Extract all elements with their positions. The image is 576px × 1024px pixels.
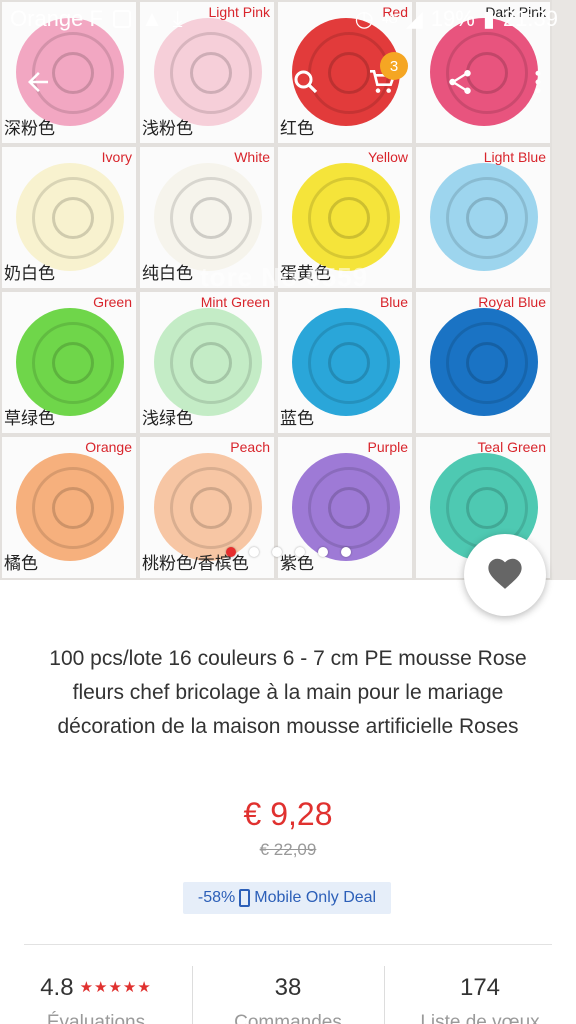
- alarm-icon: ◷: [354, 6, 374, 31]
- color-name-cn: 草绿色: [4, 409, 55, 428]
- swatch-cell-11: Royal Blue: [414, 290, 552, 435]
- rating-value: 4.8: [40, 974, 74, 1001]
- swatch-cell-7: Light Blue: [414, 145, 552, 290]
- color-name-cn: 深粉色: [4, 119, 55, 138]
- orders-value: 38: [274, 974, 302, 1001]
- color-name-cn: 浅粉色: [142, 119, 193, 138]
- swatch-cell-4: Ivory 奶白色: [0, 145, 138, 290]
- pagination-dot[interactable]: [318, 547, 328, 557]
- color-name-cn: 蓝色: [280, 409, 314, 428]
- color-name: Purple: [367, 439, 408, 455]
- rose-image: [292, 163, 400, 271]
- share-icon[interactable]: [438, 60, 482, 104]
- swatch-cell-12: Orange 橘色: [0, 435, 138, 580]
- battery-level: 19%: [430, 6, 475, 31]
- rose-image: [292, 453, 400, 561]
- download-icon: ⤓: [172, 6, 183, 31]
- search-icon[interactable]: [284, 60, 328, 104]
- heart-icon: [486, 555, 524, 596]
- wishlist-count: 174: [459, 974, 501, 1001]
- store-watermark: tore No 6559: [200, 262, 369, 292]
- color-name-cn: 奶白色: [4, 264, 55, 283]
- rose-image: [16, 163, 124, 271]
- product-stats: 4.8 ★★★★★ Évaluations 38 Commandes 174 L…: [0, 966, 576, 1024]
- deal-label: Mobile Only Deal: [254, 889, 377, 906]
- warning-icon: ▲: [140, 6, 163, 31]
- swatch-cell-13: Peach 桃粉色/香槟色: [138, 435, 276, 580]
- rose-image: [154, 453, 262, 561]
- rose-image: [292, 308, 400, 416]
- image-notification-icon: [112, 10, 131, 28]
- color-name-cn: 橘色: [4, 554, 38, 573]
- color-name-cn: 纯白色: [142, 264, 193, 283]
- color-name: Orange: [85, 439, 132, 455]
- color-name-cn: 红色: [280, 119, 314, 138]
- cart-count-badge: 3: [380, 52, 408, 80]
- divider: [24, 944, 552, 945]
- swatch-cell-9: Mint Green 浅绿色: [138, 290, 276, 435]
- clock: 21:39: [502, 6, 558, 31]
- rose-image: [154, 163, 262, 271]
- color-name: Peach: [230, 439, 270, 455]
- color-name: Ivory: [101, 149, 132, 165]
- pagination-dot[interactable]: [226, 547, 236, 557]
- color-name: Royal Blue: [478, 294, 546, 310]
- color-name: Green: [93, 294, 132, 310]
- pagination-dot[interactable]: [249, 547, 259, 557]
- carrier-name: Orange F: [10, 6, 103, 31]
- swatch-cell-10: Blue 蓝色: [276, 290, 414, 435]
- stat-rating[interactable]: 4.8 ★★★★★ Évaluations: [0, 966, 192, 1024]
- product-price: € 9,28: [243, 796, 333, 832]
- phone-icon: [239, 889, 251, 907]
- color-name: Light Blue: [483, 149, 546, 165]
- color-name: White: [234, 149, 270, 165]
- color-name: Yellow: [368, 149, 408, 165]
- rose-image: [430, 163, 538, 271]
- battery-icon: ▮: [482, 6, 495, 31]
- orders-label: Commandes: [234, 1012, 342, 1024]
- rose-image: [154, 308, 262, 416]
- stat-wishlist[interactable]: 174 Liste de vœux: [384, 966, 576, 1024]
- gallery-pagination[interactable]: [226, 547, 351, 557]
- signal-icon: ◢: [405, 6, 423, 31]
- mobile-deal-badge: -58% Mobile Only Deal: [183, 882, 391, 914]
- pagination-dot[interactable]: [341, 547, 351, 557]
- more-vertical-icon[interactable]: [516, 60, 560, 104]
- deal-discount: -58%: [197, 889, 236, 906]
- color-name-cn: 浅绿色: [142, 409, 193, 428]
- status-bar: Orange F ▲ ⤓ ◷ 4G ◢ 19% ▮ 21:39: [0, 0, 576, 38]
- rose-image: [16, 453, 124, 561]
- color-name: Blue: [379, 294, 408, 310]
- swatch-cell-8: Green 草绿色: [0, 290, 138, 435]
- original-price: € 22,09: [259, 840, 317, 859]
- wishlist-button[interactable]: [464, 534, 546, 616]
- network-type: 4G: [381, 12, 398, 26]
- color-name: Mint Green: [200, 294, 270, 310]
- product-title: 100 pcs/lote 16 couleurs 6 - 7 cm PE mou…: [49, 647, 527, 738]
- pagination-dot[interactable]: [272, 547, 282, 557]
- wishlist-label: Liste de vœux: [420, 1012, 540, 1024]
- pagination-dot[interactable]: [295, 547, 305, 557]
- rose-image: [430, 308, 538, 416]
- arrow-back-icon[interactable]: [16, 60, 60, 104]
- stat-orders[interactable]: 38 Commandes: [192, 966, 384, 1024]
- swatch-cell-14: Purple 紫色: [276, 435, 414, 580]
- rating-label: Évaluations: [46, 1012, 146, 1024]
- rating-stars: ★★★★★: [79, 979, 152, 996]
- rose-image: [16, 308, 124, 416]
- color-name: Teal Green: [477, 439, 546, 455]
